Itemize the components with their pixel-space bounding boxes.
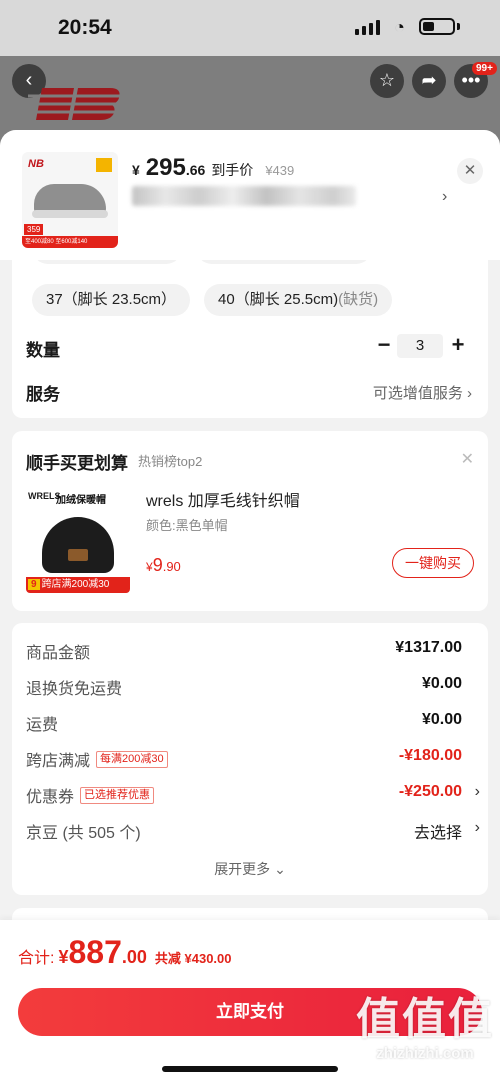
hat-patch — [68, 549, 88, 561]
price-decimal: .66 — [185, 162, 206, 178]
battery-icon — [419, 18, 455, 35]
summary-label: 商品金额 — [26, 645, 91, 662]
total-decimal: .00 — [121, 947, 147, 967]
quantity-label: 数量 — [26, 341, 60, 360]
hat-image — [42, 517, 114, 573]
total-integer: 887 — [68, 934, 122, 970]
summary-value: -¥250.00 — [398, 783, 462, 800]
addon-title: 顺手买更划算 — [26, 454, 128, 473]
service-label: 服务 — [26, 385, 60, 404]
addon-card: 顺手买更划算 热销榜top2 ✕ WRELS 加绒保暖帽 9 跨店满200减30 … — [12, 431, 488, 611]
wifi-icon: ◔ — [394, 16, 405, 37]
summary-label: 优惠券 已选推荐优惠 — [26, 783, 155, 807]
addon-thumb-promo: 9 跨店满200减30 — [26, 577, 130, 593]
summary-row-goods: 商品金额 ¥1317.00 — [26, 639, 474, 663]
summary-row-coupon[interactable]: 优惠券 已选推荐优惠 -¥250.00 › — [26, 783, 480, 807]
coupon-tag: 已选推荐优惠 — [80, 786, 155, 804]
selected-spec-blurred[interactable] — [132, 186, 356, 206]
quantity-increment-button[interactable]: + — [446, 332, 470, 358]
signal-icon — [355, 19, 381, 35]
close-button[interactable]: ✕ — [457, 158, 483, 184]
size-row: 37（脚长 23.5cm） 40（脚长 25.5cm)(缺货) — [32, 284, 393, 316]
shoe-sole — [32, 210, 108, 218]
price-line: ¥ 295 .66 到手价 ¥439 — [132, 154, 294, 182]
summary-label: 退换货免运费 — [26, 681, 123, 698]
chevron-right-icon[interactable]: › — [475, 783, 480, 801]
thumb-promo: 至400减80 至600减140 — [22, 236, 118, 248]
addon-variant: 颜色:黑色单帽 — [146, 518, 228, 533]
summary-row-jingdou[interactable]: 京豆 (共 505 个) 去选择 › — [26, 819, 480, 843]
nb-logo-icon — [28, 88, 124, 120]
size-chip-37[interactable]: 37（脚长 23.5cm） — [32, 284, 191, 316]
summary-value: ¥0.00 — [421, 675, 462, 692]
watermark: 值值值 zhizhizhi.com — [356, 995, 494, 1063]
battery-nub — [457, 23, 460, 30]
quantity-input[interactable]: 3 — [397, 334, 443, 358]
chevron-right-icon[interactable]: › — [475, 819, 480, 837]
addon-thumb-title: 加绒保暖帽 — [56, 495, 106, 506]
message-badge: 99+ — [472, 62, 497, 75]
thumb-tag — [96, 158, 112, 172]
summary-label: 跨店满减 每满200减30 — [26, 747, 168, 771]
summary-value[interactable]: 去选择 — [414, 819, 462, 843]
total-saving: 共减 ¥430.00 — [154, 951, 232, 966]
addon-price: ¥9.90 — [146, 555, 181, 575]
product-thumbnail[interactable]: NB 359 至400减80 至600减140 — [22, 152, 118, 248]
summary-row-shipping: 运费 ¥0.00 — [26, 711, 474, 735]
total-currency: ¥ — [58, 947, 69, 967]
chevron-right-icon[interactable]: › — [442, 188, 447, 206]
size-chip-40[interactable]: 40（脚长 25.5cm)(缺货) — [204, 284, 393, 316]
addon-subtitle: 热销榜top2 — [138, 454, 203, 469]
price-label: 到手价 — [211, 162, 254, 178]
addon-thumbnail[interactable]: WRELS 加绒保暖帽 9 跨店满200减30 — [26, 487, 130, 593]
status-icons: ◔ — [355, 16, 460, 37]
summary-label: 运费 — [26, 717, 59, 734]
price-currency: ¥ — [132, 162, 140, 178]
brand-logo — [28, 82, 124, 126]
service-selector[interactable]: 可选增值服务 › — [373, 382, 472, 403]
summary-value: ¥0.00 — [421, 711, 462, 728]
total-line: 合计: ¥ 887 .00 共减 ¥430.00 — [18, 934, 232, 971]
thumb-brand-logo: NB — [28, 158, 44, 170]
share-button[interactable]: ➦ — [412, 64, 446, 98]
product-header: NB 359 至400减80 至600减140 ¥ 295 .66 到手价 ¥4… — [0, 130, 500, 260]
one-click-buy-button[interactable]: 一键购买 — [392, 548, 474, 578]
total-label: 合计: — [18, 950, 55, 967]
summary-value: ¥1317.00 — [395, 639, 462, 656]
promo-tag: 每满200减30 — [96, 750, 168, 768]
original-price: ¥439 — [265, 163, 295, 178]
status-time: 20:54 — [58, 16, 112, 39]
summary-value: -¥180.00 — [398, 747, 462, 764]
home-indicator — [162, 1066, 338, 1072]
summary-row-cross-store: 跨店满减 每满200减30 -¥180.00 — [26, 747, 474, 771]
summary-row-return-shipping: 退换货免运费 ¥0.00 — [26, 675, 474, 699]
size-quantity-card: 37（脚长 23.5cm） 40（脚长 25.5cm)(缺货) 数量 − 3 +… — [12, 232, 488, 418]
out-of-stock-label: (缺货) — [338, 291, 379, 308]
close-icon[interactable]: ✕ — [461, 449, 474, 469]
price-integer: 295 — [145, 154, 186, 181]
quantity-decrement-button[interactable]: − — [372, 332, 396, 358]
favorite-button[interactable]: ☆ — [370, 64, 404, 98]
addon-name[interactable]: wrels 加厚毛线针织帽 — [146, 487, 300, 511]
thumb-price: 359 — [24, 224, 44, 235]
summary-label: 京豆 (共 505 个) — [26, 825, 141, 842]
status-bar: 20:54 ◔ — [0, 0, 500, 56]
expand-more-button[interactable]: 展开更多 ⌄ — [12, 859, 488, 879]
order-summary-card: 商品金额 ¥1317.00 退换货免运费 ¥0.00 运费 ¥0.00 跨店满减… — [12, 623, 488, 895]
